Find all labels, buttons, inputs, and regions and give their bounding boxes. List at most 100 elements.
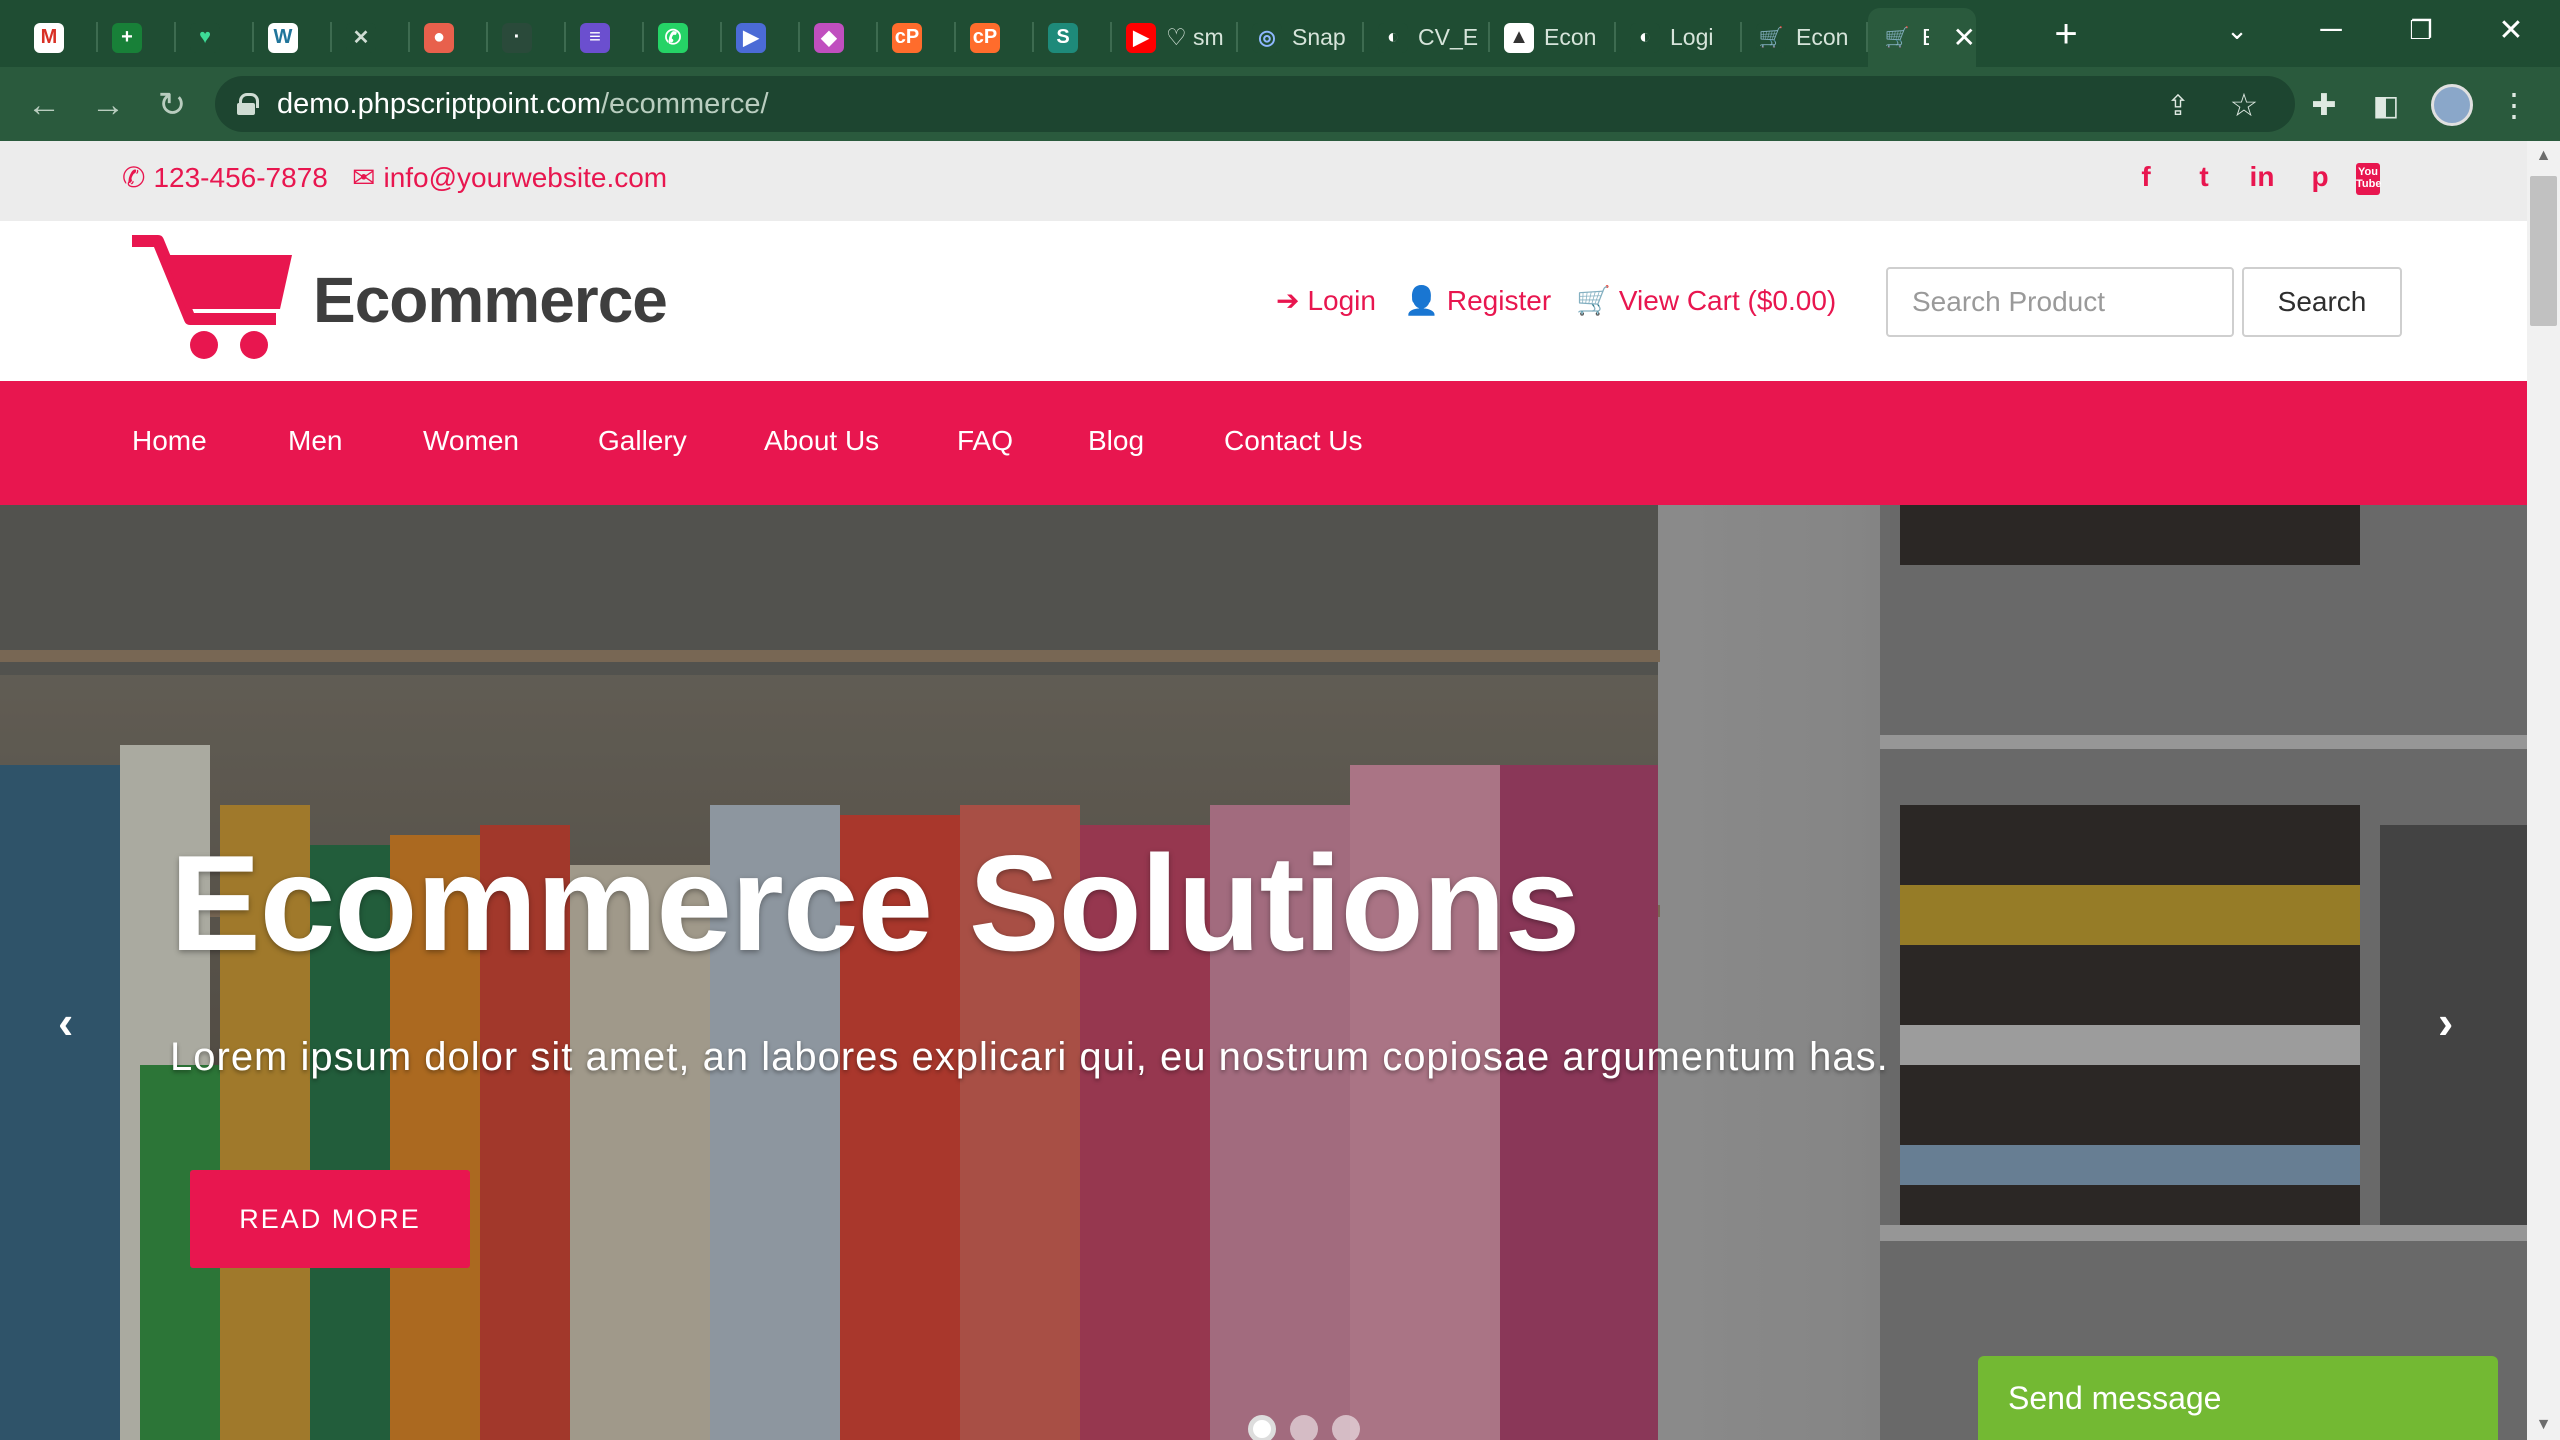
carousel-dot[interactable] bbox=[1332, 1415, 1360, 1440]
browser-tab[interactable]: ▶ bbox=[722, 8, 800, 67]
carousel-dot[interactable] bbox=[1290, 1415, 1318, 1440]
search-button[interactable]: Search bbox=[2242, 267, 2402, 337]
carousel-dot[interactable] bbox=[1248, 1415, 1276, 1440]
tab-favicon-icon: ✕ bbox=[346, 22, 376, 53]
restore-button[interactable]: ❐ bbox=[2376, 0, 2466, 60]
tab-favicon-icon: S bbox=[1048, 22, 1078, 53]
carousel-indicators bbox=[1248, 1415, 1360, 1440]
new-tab-button[interactable]: + bbox=[2046, 10, 2086, 58]
envelope-icon: ✉ bbox=[352, 162, 376, 193]
site-logo-text[interactable]: Ecommerce bbox=[313, 263, 668, 337]
tab-favicon-icon: ◎ bbox=[1252, 22, 1282, 53]
register-link[interactable]: 👤 Register bbox=[1404, 284, 1551, 317]
browser-tab[interactable]: ◐ Logi bbox=[1616, 8, 1742, 67]
carousel-next-chevron-icon[interactable]: › bbox=[2438, 995, 2453, 1049]
scroll-up-arrow-icon[interactable]: ▲ bbox=[2527, 141, 2560, 171]
main-navigation: Home Men Women Gallery About Us FAQ Blog… bbox=[0, 381, 2527, 505]
tab-favicon-icon: M bbox=[34, 22, 64, 53]
tab-favicon-icon: ◆ bbox=[814, 22, 844, 53]
browser-tab[interactable]: ◆ bbox=[800, 8, 878, 67]
tab-favicon-icon: cP bbox=[892, 22, 922, 53]
menu-kebab-icon[interactable]: ⋮ bbox=[2492, 83, 2536, 127]
nav-women[interactable]: Women bbox=[423, 425, 519, 457]
page-scrollbar[interactable]: ▲ ▼ bbox=[2527, 141, 2560, 1440]
browser-tab[interactable]: ✆ bbox=[644, 8, 722, 67]
nav-faq[interactable]: FAQ bbox=[957, 425, 1013, 457]
send-message-chat-button[interactable]: Send message bbox=[1978, 1356, 2498, 1440]
browser-tab[interactable]: cP bbox=[878, 8, 956, 67]
forward-arrow-icon[interactable]: → bbox=[86, 83, 130, 127]
browser-tab[interactable]: S bbox=[1034, 8, 1112, 67]
browser-tab[interactable]: + bbox=[98, 8, 176, 67]
carousel-prev-chevron-icon[interactable]: ‹ bbox=[58, 995, 73, 1049]
cart-logo-icon[interactable] bbox=[128, 233, 298, 363]
browser-tab[interactable]: W bbox=[254, 8, 332, 67]
tab-favicon-icon: ▶ bbox=[1126, 22, 1156, 53]
phone-contact[interactable]: ✆ 123-456-7878 bbox=[122, 161, 328, 194]
browser-tab[interactable]: ▲ Econ bbox=[1490, 8, 1616, 67]
share-icon[interactable]: ⇪ bbox=[2156, 83, 2200, 127]
close-tab-icon[interactable]: ✕ bbox=[1953, 21, 1976, 54]
login-label: Login bbox=[1307, 284, 1376, 316]
tab-favicon-icon: · bbox=[502, 22, 532, 53]
browser-tab[interactable]: · bbox=[488, 8, 566, 67]
hero-slider: Ecommerce Solutions Lorem ipsum dolor si… bbox=[0, 505, 2527, 1440]
browser-tab[interactable]: M bbox=[20, 8, 98, 67]
browser-tab[interactable]: ≡ bbox=[566, 8, 644, 67]
tab-favicon-icon: 🛒 bbox=[1756, 22, 1786, 53]
web-page: ✆ 123-456-7878 ✉ info@yourwebsite.com f … bbox=[0, 141, 2527, 1440]
browser-tab[interactable]: 🛒 Econ bbox=[1742, 8, 1868, 67]
browser-tab-strip: M + ♥ W ✕ ● · ≡ ✆ ▶ ◆ cP cP S ▶ ♡ sm ◎ Snap ◐ CV_E ▲ Econ ◐ Log… bbox=[0, 0, 2560, 67]
browser-tab[interactable]: cP bbox=[956, 8, 1034, 67]
browser-tab[interactable]: ◐ CV_E bbox=[1364, 8, 1490, 67]
browser-tab[interactable]: 🛒 E ✕ bbox=[1868, 8, 1976, 67]
scrollbar-thumb[interactable] bbox=[2530, 176, 2557, 326]
sign-in-icon: ➔ bbox=[1276, 285, 1300, 316]
browser-tab[interactable]: ◎ Snap bbox=[1238, 8, 1364, 67]
read-more-button[interactable]: READ MORE bbox=[190, 1170, 470, 1268]
browser-tab[interactable]: ♥ bbox=[176, 8, 254, 67]
nav-blog[interactable]: Blog bbox=[1088, 425, 1144, 457]
tab-title: Snap bbox=[1292, 24, 1346, 50]
register-label: Register bbox=[1446, 284, 1552, 316]
twitter-icon[interactable]: t bbox=[2184, 161, 2224, 193]
youtube-icon[interactable]: You Tube bbox=[2356, 163, 2381, 195]
browser-tab[interactable]: ● bbox=[410, 8, 488, 67]
tab-favicon-icon: W bbox=[268, 22, 298, 53]
tab-title: Econ bbox=[1544, 24, 1597, 50]
user-plus-icon: 👤 bbox=[1404, 285, 1439, 316]
search-product-input[interactable] bbox=[1886, 267, 2234, 337]
scroll-down-arrow-icon[interactable]: ▼ bbox=[2527, 1410, 2560, 1440]
tab-title: ♡ sm bbox=[1166, 24, 1224, 50]
minimize-button[interactable]: ─ bbox=[2286, 0, 2376, 60]
extensions-puzzle-icon[interactable]: ✚ bbox=[2302, 83, 2346, 127]
site-header: Ecommerce ➔ Login 👤 Register 🛒 View Cart… bbox=[0, 221, 2527, 381]
nav-men[interactable]: Men bbox=[288, 425, 342, 457]
hero-subtitle: Lorem ipsum dolor sit amet, an labores e… bbox=[170, 1035, 1889, 1079]
tab-favicon-icon: 🛒 bbox=[1882, 22, 1912, 53]
facebook-icon[interactable]: f bbox=[2126, 161, 2166, 193]
nav-contact-us[interactable]: Contact Us bbox=[1224, 425, 1363, 457]
nav-home[interactable]: Home bbox=[132, 425, 207, 457]
nav-about-us[interactable]: About Us bbox=[764, 425, 879, 457]
profile-avatar[interactable] bbox=[2431, 84, 2473, 126]
tab-favicon-icon: ▶ bbox=[736, 22, 766, 53]
browser-tab[interactable]: ✕ bbox=[332, 8, 410, 67]
nav-gallery[interactable]: Gallery bbox=[598, 425, 687, 457]
view-cart-link[interactable]: 🛒 View Cart ($0.00) bbox=[1576, 284, 1836, 317]
browser-tab[interactable]: ▶ ♡ sm bbox=[1112, 8, 1238, 67]
side-panel-icon[interactable]: ◧ bbox=[2364, 83, 2408, 127]
email-contact[interactable]: ✉ info@yourwebsite.com bbox=[352, 161, 667, 194]
pinterest-icon[interactable]: p bbox=[2300, 161, 2340, 193]
url-field[interactable]: demo.phpscriptpoint.com/ecommerce/ bbox=[215, 76, 2295, 132]
tab-title: CV_E bbox=[1418, 24, 1479, 50]
back-arrow-icon[interactable]: ← bbox=[22, 83, 66, 127]
close-window-button[interactable]: ✕ bbox=[2466, 0, 2556, 60]
tab-favicon-icon: ♥ bbox=[190, 22, 220, 53]
bookmark-star-icon[interactable]: ☆ bbox=[2222, 83, 2266, 127]
tab-search-chevron-icon[interactable]: ⌄ bbox=[2192, 0, 2282, 60]
reload-icon[interactable]: ↻ bbox=[150, 83, 194, 127]
login-link[interactable]: ➔ Login bbox=[1276, 284, 1376, 317]
tab-favicon-icon: cP bbox=[970, 22, 1000, 53]
linkedin-icon[interactable]: in bbox=[2242, 161, 2282, 193]
